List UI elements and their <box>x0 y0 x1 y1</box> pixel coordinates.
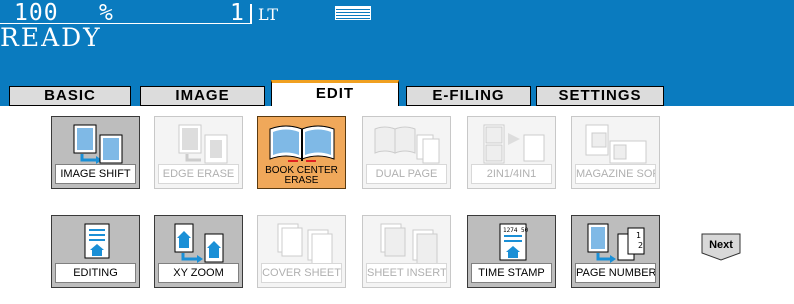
image-shift-label: IMAGE SHIFT <box>55 164 136 184</box>
edge-erase-label: EDGE ERASE <box>158 164 239 184</box>
page-number-button[interactable]: 1 2 PAGE NUMBER <box>571 215 660 288</box>
tab-settings[interactable]: SETTINGS <box>536 86 664 106</box>
image-shift-icon <box>73 124 123 164</box>
sheet-insertion-icon <box>380 223 438 264</box>
tab-edit[interactable]: EDIT <box>271 80 399 107</box>
xy-zoom-label: XY ZOOM <box>158 263 239 283</box>
cover-sheet-label: COVER SHEET <box>261 263 342 283</box>
edge-erase-button[interactable]: EDGE ERASE <box>154 116 243 189</box>
book-center-erase-icon <box>269 125 335 162</box>
xy-zoom-icon <box>174 223 224 263</box>
book-center-erase-button[interactable]: BOOK CENTER ERASE <box>257 116 346 189</box>
status-divider <box>250 4 252 24</box>
page-number-label: PAGE NUMBER <box>575 263 656 283</box>
cover-sheet-button[interactable]: COVER SHEET <box>257 215 346 288</box>
magazine-sort-button[interactable]: MAGAZINE SORT <box>571 116 660 189</box>
sheet-insertion-button[interactable]: SHEET INSERTION <box>362 215 451 288</box>
dual-page-button[interactable]: DUAL PAGE <box>362 116 451 189</box>
copy-count: 1 <box>230 0 244 26</box>
time-stamp-icon: 1274 50 <box>499 223 529 261</box>
tab-e-filing[interactable]: E-FILING <box>406 86 531 106</box>
percent-sign: % <box>99 0 113 26</box>
svg-text:2: 2 <box>638 241 643 250</box>
2in1-4in1-icon <box>483 124 545 164</box>
book-center-erase-label: BOOK CENTER ERASE <box>261 166 342 188</box>
2in1-4in1-button[interactable]: 2IN1/4IN1 <box>467 116 556 189</box>
time-stamp-icon-text: 1274 50 <box>503 227 529 234</box>
cover-sheet-icon <box>277 223 333 264</box>
tab-basic[interactable]: BASIC <box>9 86 131 106</box>
next-button[interactable]: Next <box>701 233 741 261</box>
editing-label: EDITING <box>55 263 136 283</box>
status-header: 100 % 1 LT READY <box>0 0 794 82</box>
2in1-4in1-label: 2IN1/4IN1 <box>471 164 552 184</box>
next-label: Next <box>709 239 733 251</box>
sheet-insertion-label: SHEET INSERTION <box>366 263 447 283</box>
status-message: READY <box>0 23 102 52</box>
editing-button[interactable]: EDITING <box>51 215 140 288</box>
paper-tray-icon <box>335 6 371 20</box>
svg-text:1: 1 <box>636 231 641 240</box>
time-stamp-button[interactable]: 1274 50 TIME STAMP <box>467 215 556 288</box>
paper-size: LT <box>258 5 278 24</box>
editing-icon <box>84 223 110 259</box>
dual-page-label: DUAL PAGE <box>366 164 447 184</box>
edge-erase-icon <box>178 124 228 164</box>
xy-zoom-button[interactable]: XY ZOOM <box>154 215 243 288</box>
magazine-sort-icon <box>585 124 647 164</box>
image-shift-button[interactable]: IMAGE SHIFT <box>51 116 140 189</box>
dual-page-icon <box>374 126 440 164</box>
tab-image[interactable]: IMAGE <box>140 86 265 106</box>
copy-ratio: 100 <box>14 0 59 26</box>
time-stamp-label: TIME STAMP <box>471 263 552 283</box>
magazine-sort-label: MAGAZINE SORT <box>575 164 656 184</box>
page-number-icon: 1 2 <box>587 223 645 263</box>
